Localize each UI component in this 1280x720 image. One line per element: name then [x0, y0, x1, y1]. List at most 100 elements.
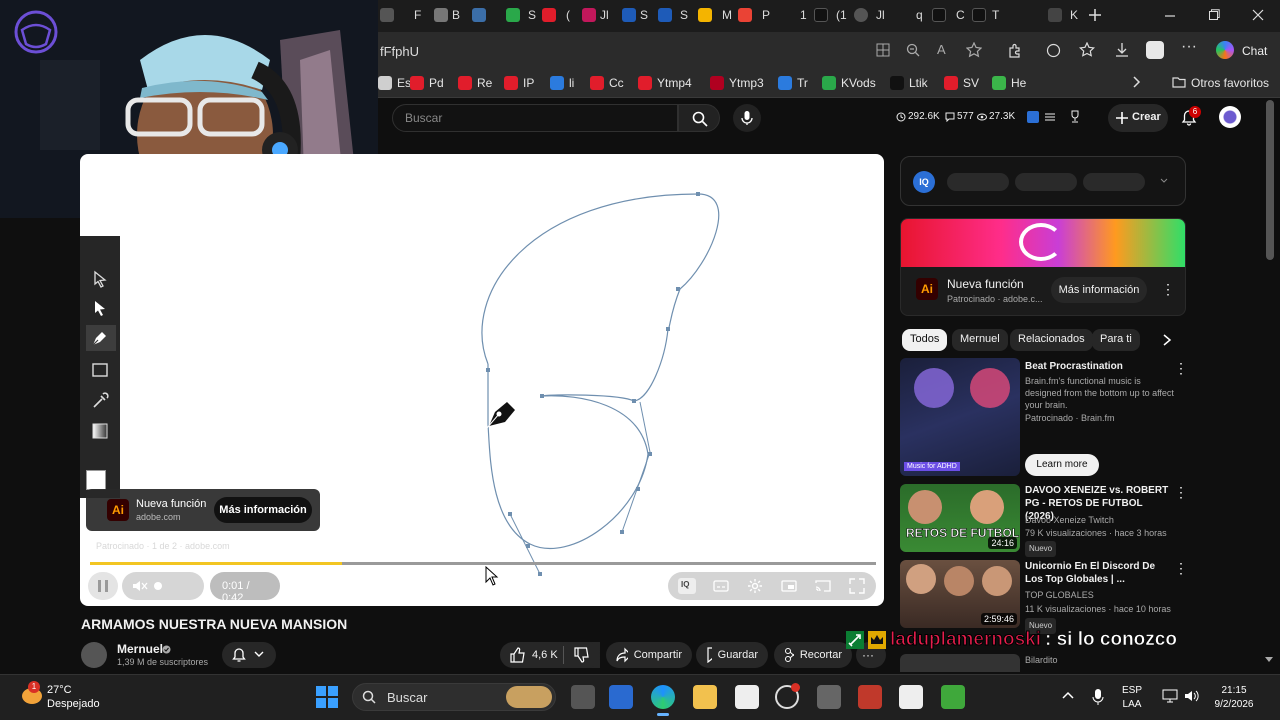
list-icon[interactable] [1044, 111, 1056, 123]
subtitles-icon[interactable] [713, 578, 729, 594]
youtube-tab-icon[interactable] [542, 8, 556, 22]
more-vert-icon[interactable]: ⋮ [1174, 360, 1188, 377]
pen-tool-icon[interactable] [89, 327, 111, 349]
restore-icon[interactable] [1208, 9, 1220, 21]
selection-tool-icon[interactable] [89, 268, 111, 290]
recommendation-ad-brainfm[interactable]: Music for ADHD Beat Procrastination Brai… [900, 358, 1188, 478]
iq-tab-pill[interactable] [1083, 173, 1145, 191]
chevron-right-icon[interactable] [1130, 76, 1142, 88]
tab-icon[interactable] [472, 8, 486, 22]
create-button[interactable]: Crear [1108, 104, 1168, 132]
extension-icon[interactable] [1046, 43, 1061, 58]
miniplayer-icon[interactable] [781, 578, 797, 594]
url-text[interactable]: fFfphU [380, 44, 419, 59]
dislike-button[interactable] [564, 642, 600, 668]
tab-label[interactable]: P [762, 8, 770, 22]
fullscreen-icon[interactable] [849, 578, 865, 594]
chevron-down-icon[interactable] [1160, 178, 1168, 184]
rec-thumbnail[interactable]: RETOS DE FUTBOL 24:16 [900, 484, 1020, 552]
in-video-ad-card[interactable]: Ai Nueva función adobe.com Más informaci… [86, 489, 320, 531]
tab-label[interactable]: C [956, 8, 965, 22]
calendar-app-icon[interactable] [609, 685, 633, 709]
tab-icon[interactable] [506, 8, 520, 22]
iq-extension-button[interactable]: IQ [678, 578, 696, 594]
windows-start-icon[interactable] [316, 686, 338, 708]
bookmark-item[interactable]: Pd [410, 76, 444, 90]
more-vert-icon[interactable]: ⋮ [1174, 560, 1188, 577]
profile-extension-icon[interactable] [1146, 41, 1164, 59]
rec-thumbnail[interactable]: 2:59:46 [900, 560, 1020, 628]
tiktok-tab-icon[interactable] [932, 8, 946, 22]
account-avatar[interactable] [1219, 106, 1241, 128]
tab-label[interactable]: S [680, 8, 688, 22]
rec-thumbnail[interactable] [900, 654, 1020, 672]
zoom-icon[interactable] [906, 43, 920, 57]
tab-label[interactable]: M [722, 8, 732, 22]
more-vert-icon[interactable]: ⋮ [1161, 281, 1175, 298]
tiktok-tab-icon[interactable] [814, 8, 828, 22]
video-player[interactable] [80, 154, 884, 606]
bookmark-item[interactable]: Re [458, 76, 492, 90]
close-window-icon[interactable] [1252, 9, 1264, 21]
tab-label[interactable]: Jl [876, 8, 885, 22]
tab-label[interactable]: (1 [836, 8, 847, 22]
direct-selection-tool-icon[interactable] [89, 297, 111, 319]
gmail-tab-icon[interactable] [738, 8, 752, 22]
rec-title[interactable]: Beat Procrastination [1025, 360, 1173, 373]
network-icon[interactable] [1162, 689, 1178, 703]
recommendation-video[interactable]: 2:59:46 Unicornio En El Discord De Los T… [900, 560, 1188, 634]
tab-label[interactable]: S [640, 8, 648, 22]
learn-more-button[interactable]: Learn more [1025, 454, 1099, 476]
eyedropper-tool-icon[interactable] [89, 390, 111, 412]
search-highlight-image[interactable] [506, 686, 552, 708]
favorite-star-icon[interactable] [966, 42, 982, 58]
apps-icon[interactable] [876, 43, 890, 57]
more-vert-icon[interactable]: ⋮ [1174, 484, 1188, 501]
trophy-icon[interactable] [1069, 110, 1081, 124]
save-button[interactable]: Guardar [696, 642, 768, 668]
iq-tab-pill[interactable] [947, 173, 1009, 191]
page-scrollbar[interactable] [1266, 100, 1274, 260]
rec-channel[interactable]: Davoo Xeneize Twitch [1025, 514, 1175, 526]
iq-tab-pill[interactable] [1015, 173, 1077, 191]
downloads-icon[interactable] [1114, 42, 1130, 58]
gradient-tool-icon[interactable] [89, 420, 111, 442]
tab-icon[interactable] [658, 8, 672, 22]
weather-widget[interactable]: 27°C Despejado [47, 683, 100, 711]
ad-more-info-button[interactable]: Más información [214, 497, 312, 523]
capcut-icon[interactable] [899, 685, 923, 709]
search-input[interactable]: Buscar [392, 104, 678, 132]
tab-label[interactable]: ( [566, 8, 570, 22]
search-button[interactable] [678, 104, 720, 132]
file-explorer-icon[interactable] [693, 685, 717, 709]
minecraft-icon[interactable] [941, 685, 965, 709]
tab-icon[interactable] [582, 8, 596, 22]
pause-button[interactable] [88, 572, 118, 600]
extension-iq-icon[interactable] [1027, 111, 1039, 123]
chevron-up-icon[interactable] [1062, 690, 1074, 700]
tab-label[interactable]: 1 [800, 8, 807, 22]
tab-icon[interactable] [380, 8, 394, 22]
recommendation-video[interactable]: RETOS DE FUTBOL 24:16 DAVOO XENEIZE vs. … [900, 484, 1188, 557]
chat-button[interactable]: Chat [1242, 44, 1267, 58]
sidebar-ad-banner[interactable]: Ai Nueva función Patrocinado · adobe.c..… [900, 218, 1186, 316]
channel-avatar[interactable] [81, 642, 107, 668]
fill-color-swatch[interactable] [86, 470, 106, 490]
bookmark-item[interactable]: Cc [590, 76, 624, 90]
clip-button[interactable]: Recortar [774, 642, 852, 668]
channel-name[interactable]: Mernuel [117, 642, 163, 656]
bookmark-item[interactable]: Ytmp4 [638, 76, 692, 90]
tab-label[interactable]: q [916, 8, 923, 22]
tab-label[interactable]: Jl [600, 8, 609, 22]
chip-mernuel[interactable]: Mernuel [952, 329, 1008, 351]
rec-channel[interactable]: Bilardito [1025, 654, 1175, 666]
tab-label[interactable]: K [1070, 8, 1078, 22]
language-indicator[interactable]: ESP LAA [1122, 684, 1142, 712]
rec-channel[interactable]: TOP GLOBALES [1025, 589, 1175, 601]
task-view-icon[interactable] [571, 685, 595, 709]
tab-label[interactable]: T [992, 8, 999, 22]
clock[interactable]: 21:15 9/2/2026 [1206, 684, 1262, 712]
chevron-right-icon[interactable] [1162, 334, 1172, 346]
tiktok-tab-icon[interactable] [972, 8, 986, 22]
rec-thumbnail[interactable]: Music for ADHD [900, 358, 1020, 476]
